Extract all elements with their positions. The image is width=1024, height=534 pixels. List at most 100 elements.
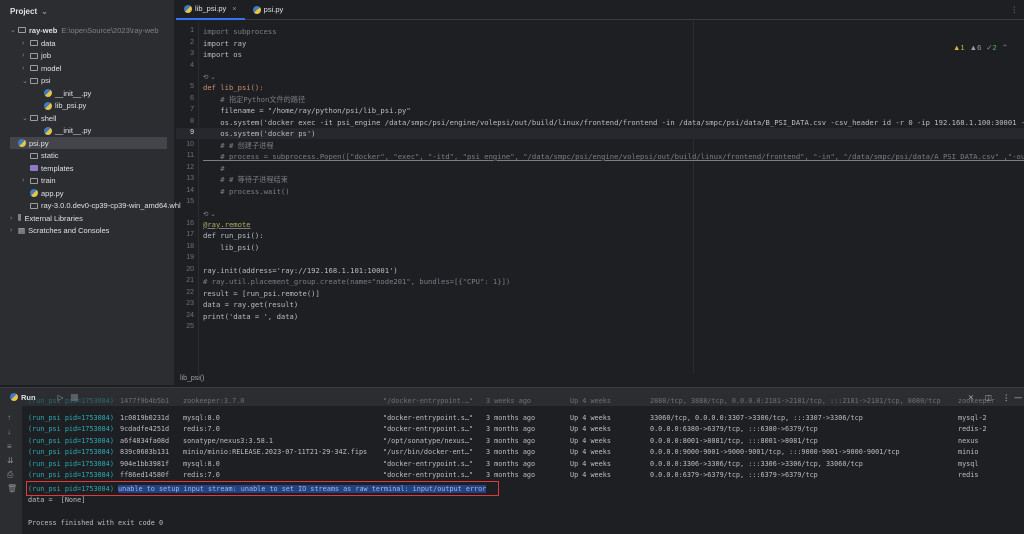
chevron-up-icon[interactable]: ⌃: [1002, 43, 1008, 52]
console-cell: 33060/tcp, 0.0.0.0:3307->3306/tcp, :::33…: [650, 413, 863, 422]
console-cell: "docker-entrypoint.s…": [383, 413, 474, 422]
tree-file-psi-init[interactable]: __init__.py: [36, 87, 91, 99]
console-cell: (run_psi pid=1753084): [28, 448, 114, 456]
console-cell: 3 weeks ago: [486, 397, 532, 405]
tree-label: data: [41, 38, 56, 48]
tree-file-shell-init[interactable]: __init__.py: [36, 125, 91, 137]
tree-folder-train[interactable]: › train: [22, 175, 56, 187]
console-cell: 3 months ago: [486, 471, 536, 479]
line-number: 10: [186, 140, 194, 148]
code-line[interactable]: # # 创建子进程: [203, 141, 273, 151]
tree-folder-data[interactable]: › data: [22, 37, 56, 49]
tree-root[interactable]: ⌄ ray-web E:\openSource\2023\ray-web: [10, 24, 159, 36]
code-line[interactable]: filename = "/home/ray/python/psi/lib_psi…: [203, 106, 410, 115]
data-output-line: data = [None]: [28, 496, 86, 504]
console-cell: "docker-entrypoint.s…": [383, 425, 474, 433]
console-cell: 0.0.0.0:9000-9001->9000-9001/tcp, :::900…: [650, 448, 900, 456]
code-line[interactable]: # 指定Python文件的路径: [203, 95, 305, 105]
exit-code-line: Process finished with exit code 0: [28, 519, 164, 527]
more-icon[interactable]: ⋮: [1011, 5, 1019, 14]
python-file-icon: [44, 101, 52, 110]
tree-folder-shell[interactable]: ⌄ shell: [22, 112, 56, 124]
line-number: 4: [190, 61, 194, 69]
tree-label: ray-3.0.0.dev0-cp39-cp39-win_amd64.whl: [41, 201, 181, 210]
ok-count-value: 2: [992, 43, 997, 52]
tree-file-app[interactable]: app.py: [22, 187, 64, 199]
tree-label: job: [41, 51, 52, 60]
line-number: 16: [186, 219, 194, 227]
trash-icon[interactable]: 🗑: [7, 484, 17, 493]
tree-label: train: [41, 176, 56, 185]
folder-icon: [30, 165, 38, 171]
code-line[interactable]: import ray: [203, 39, 246, 48]
folder-icon: [30, 152, 38, 159]
code-line[interactable]: #: [203, 164, 224, 173]
console-cell: Up 4 weeks: [570, 448, 611, 456]
usage-hint-icon[interactable]: ⟲ ⌄: [203, 210, 216, 218]
usage-hint-icon[interactable]: ⟲ ⌄: [203, 73, 216, 81]
project-header[interactable]: Project ⌄: [0, 0, 174, 22]
console-cell: mysql:8.0: [183, 413, 220, 422]
console-cell: 9cdadfe4251d: [120, 425, 170, 433]
tree-file-lib-psi[interactable]: lib_psi.py: [36, 100, 86, 112]
inspection-widget[interactable]: ▲1 ▲6 ✓2 ⌃: [953, 43, 1008, 52]
chevron-right-icon: ›: [22, 52, 25, 59]
code-line[interactable]: import subprocess: [203, 27, 277, 36]
tree-external-libraries[interactable]: › ⫼ External Libraries: [10, 212, 83, 224]
console-cell: 3 months ago: [486, 425, 536, 433]
code-line[interactable]: print('data = ', data): [203, 312, 298, 321]
console-cell: 3 months ago: [486, 448, 536, 456]
error-count: ▲1: [953, 43, 965, 52]
tree-label: psi: [41, 76, 51, 85]
code-line[interactable]: def run_psi():: [203, 231, 264, 240]
tree-folder-job[interactable]: › job: [22, 50, 51, 62]
line-number: 5: [190, 83, 194, 90]
python-file-icon: [184, 4, 192, 13]
breadcrumb[interactable]: lib_psi(): [180, 375, 205, 382]
tree-label: Scratches and Consoles: [28, 226, 110, 235]
tree-scratches-and-consoles[interactable]: › ▤ Scratches and Consoles: [10, 225, 109, 237]
code-line[interactable]: data = ray.get(result): [203, 300, 298, 309]
tree-folder-psi[interactable]: ⌄ psi: [22, 75, 51, 87]
code-line[interactable]: # process = subprocess.Popen(["docker", …: [203, 152, 1024, 161]
code-line[interactable]: # # 等待子进程结束: [203, 175, 288, 185]
library-icon: ⫼: [18, 213, 22, 222]
tree-label: lib_psi.py: [55, 101, 87, 110]
code-line[interactable]: os.system('docker exec -it psi_engine /d…: [203, 118, 1024, 127]
chevron-down-icon: ⌄: [22, 115, 28, 122]
tree-folder-model[interactable]: › model: [22, 62, 61, 74]
line-number: 3: [190, 50, 194, 57]
code-line[interactable]: @ray.remote: [203, 220, 251, 229]
code-line[interactable]: def lib_psi():: [203, 83, 264, 92]
tree-folder-templates[interactable]: templates: [22, 162, 74, 174]
project-title: Project: [10, 6, 38, 16]
code-line[interactable]: lib_psi(): [203, 243, 259, 252]
tree-file-ray-wheel[interactable]: ray-3.0.0.dev0-cp39-cp39-win_amd64.whl: [22, 200, 181, 212]
console-cell: (run_psi pid=1753084): [28, 413, 114, 422]
folder-icon: [30, 77, 38, 84]
code-line[interactable]: # ray.util.placement_group.create(name="…: [203, 277, 510, 286]
console-cell: "/usr/bin/docker-ent…": [383, 448, 474, 456]
console-cell: "/opt/sonatype/nexus…": [383, 436, 474, 445]
line-number: 14: [186, 186, 194, 194]
code-editor[interactable]: ▲1 ▲6 ✓2 ⌃ 1 import subprocess 2 import ray…: [176, 21, 1024, 373]
line-number: 8: [190, 117, 194, 125]
close-icon[interactable]: ×: [232, 4, 236, 13]
tab-psi[interactable]: psi.py: [245, 0, 292, 20]
tree-label: psi.py: [29, 138, 49, 148]
code-line[interactable]: # process.wait(): [203, 187, 289, 196]
console-cell: mysql: [958, 459, 979, 468]
chevron-down-icon: ⌄: [41, 6, 48, 16]
tree-folder-static[interactable]: static: [22, 150, 59, 162]
tab-lib-psi[interactable]: lib_psi.py ×: [176, 0, 245, 20]
folder-icon: [30, 177, 38, 184]
chevron-down-icon: ⌄: [22, 77, 28, 85]
code-line[interactable]: os.system('docker ps'): [203, 129, 315, 138]
console-row: (run_psi pid=1753084) 1477f9b4b5b1 zookeep…: [0, 397, 1024, 408]
code-line[interactable]: import os: [203, 50, 242, 59]
code-line[interactable]: ray.init(address='ray://192.168.1.101:10…: [203, 266, 398, 275]
code-line[interactable]: result = [run_psi.remote()]: [203, 289, 320, 298]
tree-file-psi[interactable]: psi.py: [10, 137, 167, 149]
line-number: 1: [190, 27, 194, 34]
tab-label: lib_psi.py: [195, 4, 227, 13]
